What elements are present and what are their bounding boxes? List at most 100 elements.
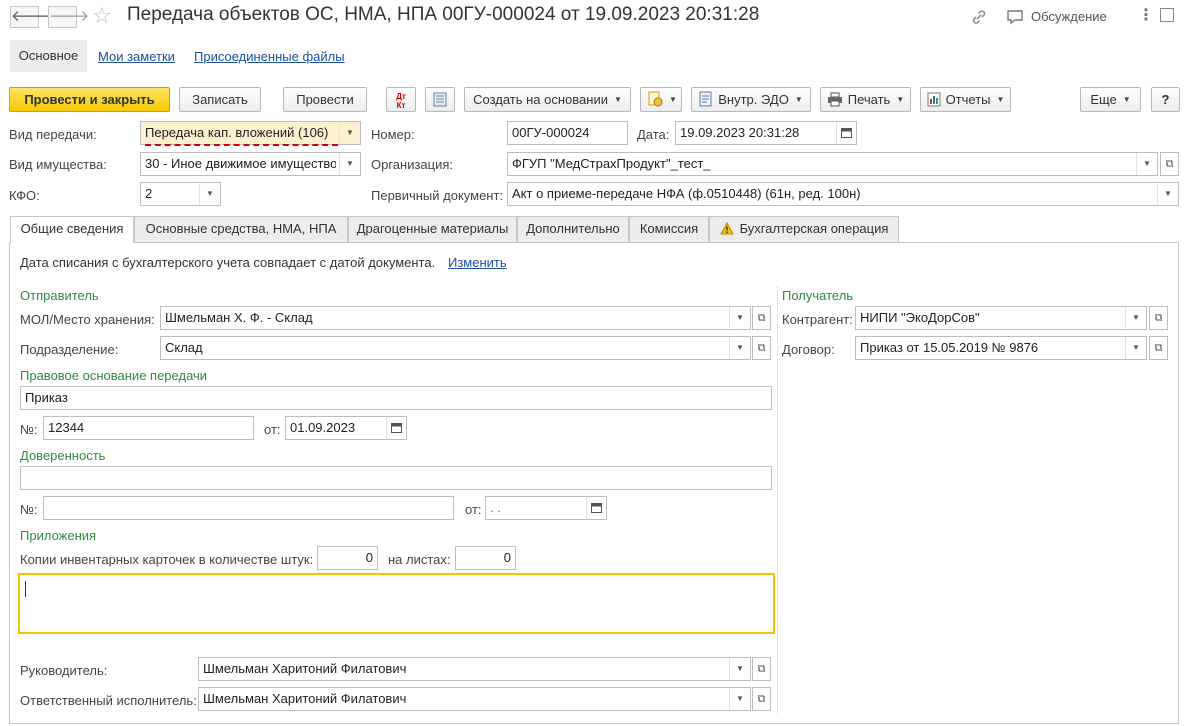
head-field[interactable]: Шмельман Харитоний Филатович ▼ (198, 657, 751, 681)
attachments-heading: Приложения (20, 528, 97, 543)
more-label: Еще (1090, 92, 1117, 107)
chevron-down-icon[interactable]: ▼ (1136, 153, 1157, 175)
help-button[interactable]: ? (1151, 87, 1180, 112)
cards-value: 0 (365, 550, 373, 565)
executor-field[interactable]: Шмельман Харитоний Филатович ▼ (198, 687, 751, 711)
chevron-down-icon[interactable]: ▼ (1125, 337, 1146, 359)
contractor-field[interactable]: НИПИ "ЭкоДорСов" ▼ (855, 306, 1147, 330)
post-button[interactable]: Провести (283, 87, 367, 112)
power-field[interactable] (20, 466, 772, 490)
org-field[interactable]: ФГУП "МедСтрахПродукт"_тест_ ▼ (507, 152, 1158, 176)
order-no-field[interactable]: 12344 (43, 416, 254, 440)
order-date-field[interactable]: 01.09.2023 (285, 416, 407, 440)
org-value: ФГУП "МедСтрахПродукт"_тест_ (512, 156, 711, 171)
property-type-field[interactable]: 30 - Иное движимое имущество ▼ (140, 152, 361, 176)
number-label: Номер: (371, 127, 415, 142)
discussion-button[interactable]: Обсуждение (1031, 9, 1107, 24)
legal-basis-value: Приказ (25, 390, 68, 405)
star-icon[interactable]: ☆ (92, 3, 112, 29)
open-icon[interactable]: ⧉ (1149, 336, 1168, 360)
mol-field[interactable]: Шмельман Х. Ф. - Склад ▼ (160, 306, 751, 330)
back-button[interactable]: 🡐 (10, 6, 51, 28)
link-icon[interactable] (970, 8, 988, 26)
forward-arrow-icon: 🡒 (49, 8, 90, 25)
open-icon[interactable]: ⧉ (752, 306, 771, 330)
head-value: Шмельман Харитоний Филатович (203, 661, 407, 676)
date-label: Дата: (637, 127, 670, 142)
order-date-value: 01.09.2023 (290, 420, 356, 435)
transfer-type-field[interactable]: Передача кап. вложений (106) ▼ (140, 121, 361, 145)
power-no-field[interactable] (43, 496, 454, 520)
change-link[interactable]: Изменить (448, 255, 507, 270)
forward-button[interactable]: 🡒 (48, 6, 89, 28)
chevron-down-icon[interactable]: ▼ (1157, 183, 1178, 205)
chevron-down-icon[interactable]: ▼ (339, 122, 360, 144)
comment-textarea[interactable] (18, 573, 775, 634)
date-field[interactable]: 19.09.2023 20:31:28 (675, 121, 857, 145)
chevron-down-icon[interactable]: ▼ (339, 153, 360, 175)
create-based-label: Создать на основании (473, 92, 608, 107)
transfer-type-value: Передача кап. вложений (106) (145, 125, 329, 140)
kebab-icon[interactable]: ⋮ (1138, 6, 1154, 26)
power-heading: Доверенность (20, 448, 106, 463)
more-button[interactable]: Еще ▼ (1080, 87, 1141, 112)
open-icon[interactable]: ⧉ (752, 336, 771, 360)
transfer-type-label: Вид передачи: (9, 127, 97, 142)
kfo-field[interactable]: 2 ▼ (140, 182, 221, 206)
calendar-icon[interactable] (586, 497, 606, 519)
calendar-icon[interactable] (386, 417, 406, 439)
maximize-icon[interactable] (1160, 8, 1174, 22)
contract-field[interactable]: Приказ от 15.05.2019 № 9876 ▼ (855, 336, 1147, 360)
chevron-down-icon[interactable]: ▼ (199, 183, 220, 205)
print-button[interactable]: Печать ▼ (820, 87, 911, 112)
property-type-value: 30 - Иное движимое имущество (145, 156, 336, 171)
tab-fixed-assets[interactable]: Основные средства, НМА, НПА (134, 216, 348, 242)
open-icon[interactable]: ⧉ (752, 657, 771, 681)
primary-doc-value: Акт о приеме-передаче НФА (ф.0510448) (6… (512, 186, 861, 201)
primary-doc-field[interactable]: Акт о приеме-передаче НФА (ф.0510448) (6… (507, 182, 1179, 206)
contractor-value: НИПИ "ЭкоДорСов" (860, 310, 980, 325)
chevron-down-icon[interactable]: ▼ (1125, 307, 1146, 329)
reports-button[interactable]: Отчеты ▼ (920, 87, 1011, 112)
tab-precious-materials[interactable]: Драгоценные материалы (348, 216, 517, 242)
open-icon[interactable]: ⧉ (752, 687, 771, 711)
tab-general[interactable]: Общие сведения (10, 216, 134, 243)
executor-label: Ответственный исполнитель: (20, 693, 197, 708)
chevron-down-icon[interactable]: ▼ (729, 337, 750, 359)
dept-field[interactable]: Склад ▼ (160, 336, 751, 360)
create-based-icon-button[interactable]: ▼ (640, 87, 682, 112)
power-date-field[interactable]: . . (485, 496, 607, 520)
sheets-value: 0 (503, 550, 511, 565)
legal-basis-heading: Правовое основание передачи (20, 368, 208, 383)
nav-tab-notes[interactable]: Мои заметки (98, 49, 175, 64)
list-icon (433, 92, 447, 107)
sheets-field[interactable]: 0 (455, 546, 516, 570)
edo-icon (699, 91, 713, 107)
cards-field[interactable]: 0 (317, 546, 378, 570)
tab-additional[interactable]: Дополнительно (517, 216, 629, 242)
calendar-icon[interactable] (836, 122, 856, 144)
tab-commission[interactable]: Комиссия (629, 216, 709, 242)
chevron-down-icon[interactable]: ▼ (729, 658, 750, 680)
chevron-down-icon[interactable]: ▼ (729, 688, 750, 710)
save-button[interactable]: Записать (179, 87, 261, 112)
dept-label: Подразделение: (20, 342, 119, 357)
edo-button[interactable]: Внутр. ЭДО ▼ (691, 87, 811, 112)
post-and-close-button[interactable]: Провести и закрыть (9, 87, 170, 112)
sheets-label: на листах: (388, 552, 451, 567)
kfo-value: 2 (145, 186, 153, 201)
open-icon[interactable]: ⧉ (1149, 306, 1168, 330)
dt-kt-button[interactable]: Дт Кт (386, 87, 416, 112)
number-field[interactable]: 00ГУ-000024 (507, 121, 628, 145)
tab-accounting-operation[interactable]: Бухгалтерская операция (709, 216, 899, 242)
chevron-down-icon[interactable]: ▼ (729, 307, 750, 329)
nav-tab-files[interactable]: Присоединенные файлы (194, 49, 345, 64)
page-title: Передача объектов ОС, НМА, НПА 00ГУ-0000… (127, 4, 760, 25)
open-icon[interactable]: ⧉ (1160, 152, 1179, 176)
property-type-label: Вид имущества: (9, 157, 107, 172)
nav-tab-main[interactable]: Основное (10, 40, 87, 72)
create-based-button[interactable]: Создать на основании ▼ (464, 87, 631, 112)
list-button[interactable] (425, 87, 455, 112)
legal-basis-field[interactable]: Приказ (20, 386, 772, 410)
discussion-icon[interactable] (1006, 8, 1024, 26)
